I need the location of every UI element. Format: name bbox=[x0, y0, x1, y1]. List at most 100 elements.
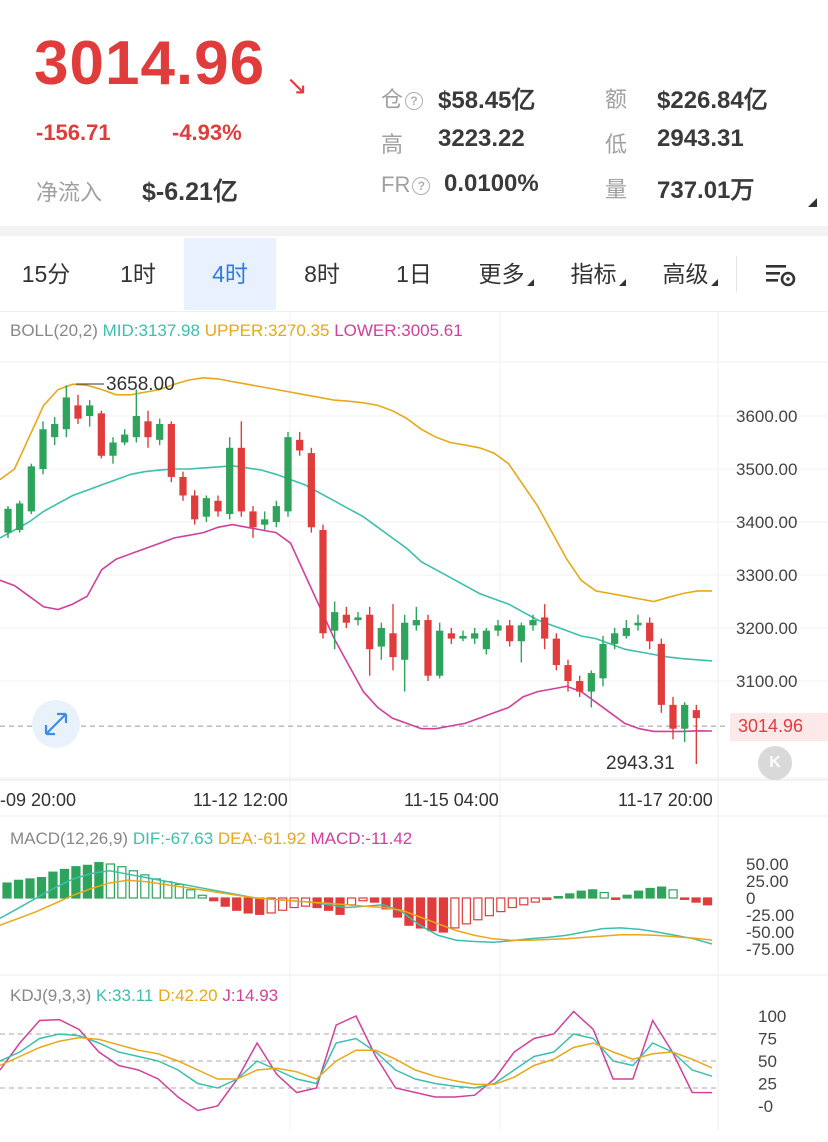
macd-bar bbox=[255, 897, 265, 915]
macd-bar bbox=[186, 889, 196, 899]
macd-bar bbox=[427, 897, 437, 932]
candle-body bbox=[4, 508, 12, 533]
candle-body bbox=[191, 495, 199, 520]
macd-bar bbox=[48, 871, 58, 899]
candle-body bbox=[541, 617, 549, 639]
macd-bar bbox=[151, 878, 161, 899]
kdj-k: K:33.11 bbox=[95, 986, 154, 1005]
macd-bar bbox=[679, 897, 690, 900]
x-tick: 11-17 20:00 bbox=[618, 790, 713, 810]
macd-bar bbox=[553, 896, 563, 899]
candle-body bbox=[692, 710, 700, 719]
y-tick: 3300.00 bbox=[736, 566, 797, 585]
macd-bar bbox=[450, 897, 460, 929]
candle-body bbox=[27, 466, 35, 512]
macd-bar bbox=[702, 897, 713, 906]
kdj-y-tick: 25 bbox=[758, 1075, 777, 1094]
candle-body bbox=[62, 397, 70, 430]
candle-body bbox=[74, 405, 82, 419]
candle-body bbox=[156, 423, 164, 440]
expand-icon[interactable] bbox=[32, 700, 80, 748]
kdj-legend: KDJ(9,3,3) K:33.11 D:42.20 J:14.93 bbox=[10, 986, 278, 1006]
candle-body bbox=[121, 434, 129, 443]
macd-bar bbox=[668, 889, 678, 899]
candle-body bbox=[669, 704, 677, 729]
macd-bar bbox=[461, 897, 471, 925]
macd-bar bbox=[197, 894, 207, 899]
candle-body bbox=[424, 620, 432, 676]
candle-body bbox=[412, 620, 420, 626]
candle-body bbox=[564, 665, 572, 681]
macd-bar bbox=[542, 897, 552, 900]
candle-body bbox=[237, 447, 245, 512]
candle-body bbox=[179, 476, 187, 496]
high-marker: 3658.00 bbox=[106, 374, 175, 395]
macd-bar bbox=[392, 897, 403, 918]
candle-body bbox=[109, 442, 117, 456]
candle-body bbox=[401, 622, 409, 660]
kdj-y-tick: 100 bbox=[758, 1007, 786, 1026]
macd-bar bbox=[634, 890, 644, 899]
candle-body bbox=[296, 439, 304, 451]
candle-body bbox=[97, 413, 105, 456]
candle-body bbox=[529, 620, 537, 626]
x-tick: 11-15 04:00 bbox=[404, 790, 499, 810]
y-tick: 3100.00 bbox=[736, 672, 797, 691]
candle-body bbox=[599, 643, 607, 679]
candle-body bbox=[132, 416, 140, 438]
macd-bar bbox=[94, 862, 104, 899]
macd-bar bbox=[691, 897, 701, 903]
candle-body bbox=[354, 617, 362, 621]
boll-mid-line bbox=[0, 464, 713, 662]
price-axis: 3600.00 3500.00 3400.00 3300.00 3200.00 3100.… bbox=[736, 407, 797, 691]
candle-body bbox=[494, 625, 502, 631]
current-price-tag: 3014.96 bbox=[730, 713, 828, 741]
candle-body bbox=[646, 622, 654, 642]
macd-dif: DIF:-67.63 bbox=[132, 829, 214, 848]
candle-body bbox=[51, 423, 59, 438]
macd-bar bbox=[358, 897, 368, 902]
macd-value: MACD:-11.42 bbox=[310, 829, 413, 848]
macd-bar bbox=[289, 897, 299, 909]
candle-body bbox=[144, 421, 152, 438]
candle-body bbox=[517, 625, 525, 642]
candle-body bbox=[389, 633, 397, 658]
y-tick: 3500.00 bbox=[736, 460, 797, 479]
macd-dea: DEA:-61.92 bbox=[217, 829, 306, 848]
macd-bar bbox=[82, 864, 93, 899]
kdj-chart: 100 75 50 25 -0 bbox=[0, 1007, 786, 1116]
candle-body bbox=[272, 506, 280, 522]
k-line-badge[interactable]: K bbox=[758, 746, 792, 780]
candle-body bbox=[436, 630, 444, 676]
macd-bar bbox=[105, 863, 115, 899]
macd-bar bbox=[220, 897, 230, 907]
candle-body bbox=[657, 643, 665, 705]
candle-body bbox=[447, 633, 455, 639]
kdj-name: KDJ(9,3,3) bbox=[10, 986, 92, 1005]
y-tick: 3400.00 bbox=[736, 513, 797, 532]
chart-canvas[interactable]: 3600.00 3500.00 3400.00 3300.00 3200.00 3100.… bbox=[0, 0, 828, 1142]
kdj-y-tick: 50 bbox=[758, 1052, 777, 1071]
macd-bar bbox=[369, 897, 380, 903]
candle-body bbox=[261, 519, 269, 525]
candle-body bbox=[459, 635, 467, 639]
y-tick: 3600.00 bbox=[736, 407, 797, 426]
candle-body bbox=[482, 630, 490, 650]
candle-body bbox=[634, 622, 642, 626]
macd-y-tick: -75.00 bbox=[746, 940, 794, 959]
macd-bar bbox=[473, 897, 483, 921]
kdj-y-tick: 75 bbox=[758, 1030, 777, 1049]
macd-bar bbox=[565, 893, 575, 899]
macd-bar bbox=[599, 891, 609, 899]
macd-bar bbox=[588, 889, 598, 899]
macd-bar bbox=[25, 878, 35, 899]
boll-lines bbox=[0, 376, 713, 733]
macd-bar bbox=[346, 897, 357, 906]
kdj-d: D:42.20 bbox=[158, 986, 218, 1005]
candle-body bbox=[506, 625, 514, 642]
macd-bar bbox=[117, 866, 127, 899]
macd-bar bbox=[266, 897, 276, 914]
candle-body bbox=[587, 673, 595, 692]
macd-legend: MACD(12,26,9) DIF:-67.63 DEA:-61.92 MACD… bbox=[10, 829, 412, 849]
candle-body bbox=[366, 614, 374, 650]
